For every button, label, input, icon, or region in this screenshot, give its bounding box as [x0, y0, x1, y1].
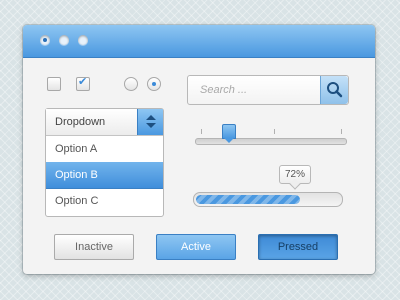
active-button[interactable]: Active — [156, 234, 236, 260]
slider-tick — [341, 129, 342, 134]
search-button[interactable] — [320, 76, 348, 104]
progress-fill — [196, 195, 300, 204]
ui-kit-window: ✔ Dropdown Option A Option B Option C Se… — [23, 25, 375, 274]
search-field[interactable]: Search ... — [187, 75, 349, 105]
slider-handle[interactable] — [222, 124, 236, 143]
dropdown: Dropdown Option A Option B Option C — [45, 108, 164, 217]
inactive-button[interactable]: Inactive — [54, 234, 134, 260]
search-input[interactable]: Search ... — [200, 84, 247, 96]
dropdown-label: Dropdown — [55, 116, 106, 128]
window-dot[interactable] — [59, 35, 69, 45]
dropdown-option[interactable]: Option C — [46, 188, 163, 214]
dropdown-option-label: Option C — [55, 195, 99, 207]
progress-bar — [193, 192, 343, 207]
title-bar — [23, 25, 375, 58]
chevron-down-icon — [146, 123, 156, 128]
radio-selected[interactable] — [147, 77, 161, 91]
dropdown-option[interactable]: Option A — [46, 136, 163, 163]
chevron-up-icon — [146, 115, 156, 120]
dropdown-option-label: Option A — [55, 143, 98, 155]
checkbox-unchecked[interactable] — [47, 77, 61, 91]
radio-dot — [152, 82, 156, 86]
checkbox-checked[interactable]: ✔ — [76, 75, 90, 91]
window-dot-active[interactable] — [40, 35, 50, 45]
radio-unselected[interactable] — [124, 77, 138, 91]
dropdown-toggle-button[interactable] — [137, 109, 163, 135]
checkmark-icon: ✔ — [78, 75, 88, 88]
pressed-button[interactable]: Pressed — [258, 234, 338, 260]
window-dot[interactable] — [78, 35, 88, 45]
dropdown-header[interactable]: Dropdown — [46, 109, 163, 136]
dropdown-option-label: Option B — [55, 169, 98, 181]
dropdown-option-selected[interactable]: Option B — [46, 162, 163, 189]
progress-tooltip: 72% — [279, 165, 311, 184]
search-icon — [327, 82, 343, 98]
slider-tick — [201, 129, 202, 134]
slider-tick — [274, 129, 275, 134]
slider-track[interactable] — [195, 138, 347, 145]
